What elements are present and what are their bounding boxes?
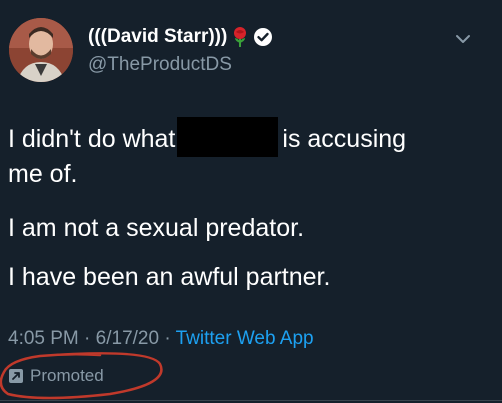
rose-icon [231,26,249,48]
redaction-box [177,117,279,157]
avatar[interactable] [9,18,73,82]
meta-separator: · [84,328,91,349]
divider [0,400,502,401]
tweet-paragraph-3: I have been an awful partner. [8,263,331,291]
chevron-down-icon[interactable] [454,30,472,48]
tweet-paragraph-2: I am not a sexual predator. [8,214,305,242]
tweet-date[interactable]: 6/17/20 [96,328,159,349]
user-handle[interactable]: @TheProductDS [88,54,232,76]
display-name-row[interactable]: (((David Starr))) [88,26,273,48]
tweet-text-part: is accusing [282,125,407,153]
avatar-photo [9,18,73,82]
promoted-label[interactable]: Promoted [8,366,104,386]
tweet-screenshot: (((David Starr))) @TheProductDS I didn't… [0,0,502,403]
meta-separator: · [164,328,171,349]
tweet-text-part: I didn't do what [8,125,176,153]
promoted-arrow-icon [8,368,24,384]
verified-icon [253,27,273,47]
tweet-source-link[interactable]: Twitter Web App [176,328,314,349]
tweet-paragraph-1: I didn't do what is accusing me of. [8,117,478,191]
tweet-text-part: me of. [8,160,78,188]
tweet-time[interactable]: 4:05 PM [8,328,79,349]
display-name[interactable]: (((David Starr))) [88,26,227,48]
tweet-metadata: 4:05 PM · 6/17/20 · Twitter Web App [8,328,314,350]
promoted-text: Promoted [30,366,104,385]
